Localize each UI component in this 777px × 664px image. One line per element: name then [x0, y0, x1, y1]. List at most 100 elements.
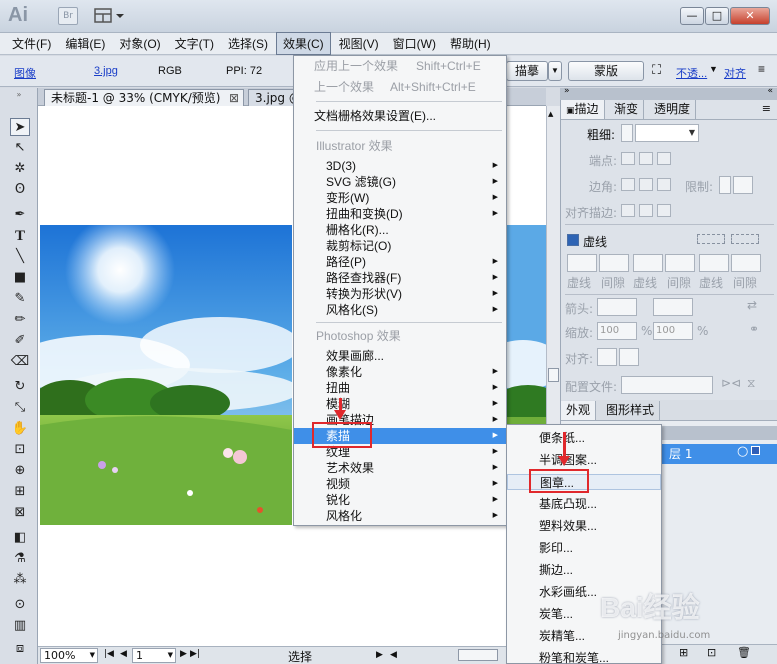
warp-tool-icon[interactable]: ✋	[10, 420, 30, 438]
weight-stepper[interactable]	[621, 124, 633, 142]
toolbox-grip-icon[interactable]: »	[4, 90, 34, 100]
menu-bas-relief[interactable]: 基底凸现...	[507, 496, 661, 512]
page-select[interactable]: 1 ▼	[132, 648, 176, 663]
menu-distort-transform[interactable]: 扭曲和变换(D) ▶	[294, 206, 506, 222]
transform-icon[interactable]: ⛶	[652, 62, 661, 78]
menu-last-effect[interactable]: 上一个效果 Alt+Shift+Ctrl+E	[294, 79, 506, 95]
menu-chalk-charcoal[interactable]: 粉笔和炭笔...	[507, 650, 661, 664]
artboard-tool-icon[interactable]: ⧈	[10, 640, 30, 658]
placed-image[interactable]	[40, 225, 292, 525]
flip-horizontal-icon[interactable]: ⊳⊲	[721, 376, 741, 390]
tab-close-icon[interactable]: ⊠	[229, 90, 239, 106]
pen-tool-icon[interactable]: ✒	[10, 206, 30, 224]
rotate-tool-icon[interactable]: ↻	[10, 378, 30, 396]
menu-effect[interactable]: 效果(C)	[275, 32, 331, 55]
arrange-documents-button[interactable]	[94, 8, 126, 24]
scroll-left-icon[interactable]: ◀	[390, 650, 397, 660]
delete-layer-icon[interactable]: 🗑	[737, 646, 751, 659]
column-graph-tool-icon[interactable]: ▥	[10, 617, 30, 635]
panel-options-icon[interactable]: ≡	[762, 102, 771, 115]
selection-tool-icon[interactable]: ➤	[10, 118, 30, 136]
minimize-button[interactable]: —	[680, 7, 704, 25]
align-center-icon[interactable]	[621, 204, 635, 217]
link-scale-icon[interactable]: ⚭	[749, 322, 759, 336]
projecting-cap-icon[interactable]	[657, 152, 671, 165]
menu-edit[interactable]: 编辑(E)	[59, 33, 111, 54]
target-circle-icon[interactable]: ○	[737, 444, 748, 459]
menu-plaster[interactable]: 塑料效果...	[507, 518, 661, 534]
align-inside-icon[interactable]	[639, 204, 653, 217]
image-label-link[interactable]: 图像	[14, 65, 36, 81]
flip-vertical-icon[interactable]: ⧖	[747, 376, 755, 391]
menu-svg-filters[interactable]: SVG 滤镜(G) ▶	[294, 174, 506, 190]
gap-field-1[interactable]	[599, 254, 629, 272]
butt-cap-icon[interactable]	[621, 152, 635, 165]
free-transform-tool-icon[interactable]: ⊡	[10, 441, 30, 459]
layer-name[interactable]: 层 1	[669, 445, 692, 462]
tab-gradient[interactable]: 渐变	[609, 100, 645, 119]
menu-select[interactable]: 选择(S)	[222, 33, 274, 54]
horizontal-scroll-thumb[interactable]	[458, 649, 498, 661]
collapse-panels-icon[interactable]: »	[564, 86, 570, 96]
gap-field-2[interactable]	[665, 254, 695, 272]
eraser-tool-icon[interactable]: ⌫	[10, 353, 30, 371]
direct-selection-tool-icon[interactable]: ↖	[10, 139, 30, 157]
filename-link[interactable]: 3.jpg	[94, 65, 118, 77]
magic-wand-tool-icon[interactable]: ✲	[10, 160, 30, 178]
lasso-tool-icon[interactable]: ʘ	[10, 181, 30, 199]
menu-torn-edges[interactable]: 撕边...	[507, 562, 661, 578]
first-page-icon[interactable]: |◀	[104, 649, 114, 659]
menu-rasterize[interactable]: 栅格化(R)...	[294, 222, 506, 238]
type-tool-icon[interactable]: T	[10, 227, 30, 245]
menu-window[interactable]: 窗口(W)	[387, 33, 442, 54]
menu-effect-gallery[interactable]: 效果画廊...	[294, 348, 506, 364]
miter-join-icon[interactable]	[621, 178, 635, 191]
end-arrowhead-select[interactable]	[653, 298, 693, 316]
menu-object[interactable]: 对象(O)	[113, 33, 166, 54]
menu-stylize-illustrator[interactable]: 风格化(S) ▶	[294, 302, 506, 318]
mesh-tool-icon[interactable]: ⊠	[10, 504, 30, 522]
new-layer-icon[interactable]: ⊡	[707, 646, 716, 659]
dash-field-3[interactable]	[699, 254, 729, 272]
symbol-sprayer-tool-icon[interactable]: ⊙	[10, 596, 30, 614]
limit-stepper[interactable]	[719, 176, 731, 194]
menu-warp[interactable]: 变形(W) ▶	[294, 190, 506, 206]
tab-untitled[interactable]: 未标题-1 @ 33% (CMYK/预览) ⊠	[44, 89, 244, 106]
end-scale-field[interactable]: 100	[653, 322, 693, 340]
mask-button[interactable]: 蒙版	[568, 61, 644, 81]
tab-appearance[interactable]: 外观	[561, 401, 597, 420]
gradient-tool-icon[interactable]: ◧	[10, 529, 30, 547]
start-arrowhead-select[interactable]	[597, 298, 637, 316]
menu-file[interactable]: 文件(F)	[6, 33, 57, 54]
round-join-icon[interactable]	[639, 178, 653, 191]
blend-tool-icon[interactable]: ⁂	[10, 571, 30, 589]
menu-sharpen[interactable]: 锐化 ▶	[294, 492, 506, 508]
menu-apply-last-effect[interactable]: 应用上一个效果 Shift+Ctrl+E	[294, 58, 506, 74]
maximize-button[interactable]: □	[705, 7, 729, 25]
next-page-icon[interactable]: ▶	[180, 649, 187, 659]
pencil-tool-icon[interactable]: ✏	[10, 311, 30, 329]
menu-pixelate[interactable]: 像素化 ▶	[294, 364, 506, 380]
limit-field[interactable]	[733, 176, 753, 194]
menu-blur[interactable]: 模糊 ▶	[294, 396, 506, 412]
eyedropper-tool-icon[interactable]: ⚗	[10, 550, 30, 568]
profile-select[interactable]	[621, 376, 713, 394]
align-outside-icon[interactable]	[657, 204, 671, 217]
panel-menu-icon[interactable]: ≡	[758, 62, 765, 76]
blob-brush-tool-icon[interactable]: ✐	[10, 332, 30, 350]
scroll-up-icon[interactable]: ▲	[548, 110, 553, 118]
tab-3jpg[interactable]: 3.jpg @	[248, 89, 296, 106]
opacity-dropdown-icon[interactable]: ▼	[709, 64, 718, 74]
tab-transparency[interactable]: 透明度	[649, 100, 697, 119]
menu-artistic[interactable]: 艺术效果 ▶	[294, 460, 506, 476]
dash-preserve-icon[interactable]	[697, 234, 725, 244]
dash-field-1[interactable]	[567, 254, 597, 272]
menu-halftone-pattern[interactable]: 半调图案...	[507, 452, 661, 468]
menu-photocopy[interactable]: 影印...	[507, 540, 661, 556]
rectangle-tool-icon[interactable]: ■	[10, 269, 30, 287]
opacity-link[interactable]: 不透...	[676, 65, 707, 81]
menu-view[interactable]: 视图(V)	[333, 33, 385, 54]
gap-field-3[interactable]	[731, 254, 761, 272]
menu-3d[interactable]: 3D(3) ▶	[294, 158, 506, 174]
trace-dropdown-button[interactable]: ▼	[548, 61, 562, 81]
